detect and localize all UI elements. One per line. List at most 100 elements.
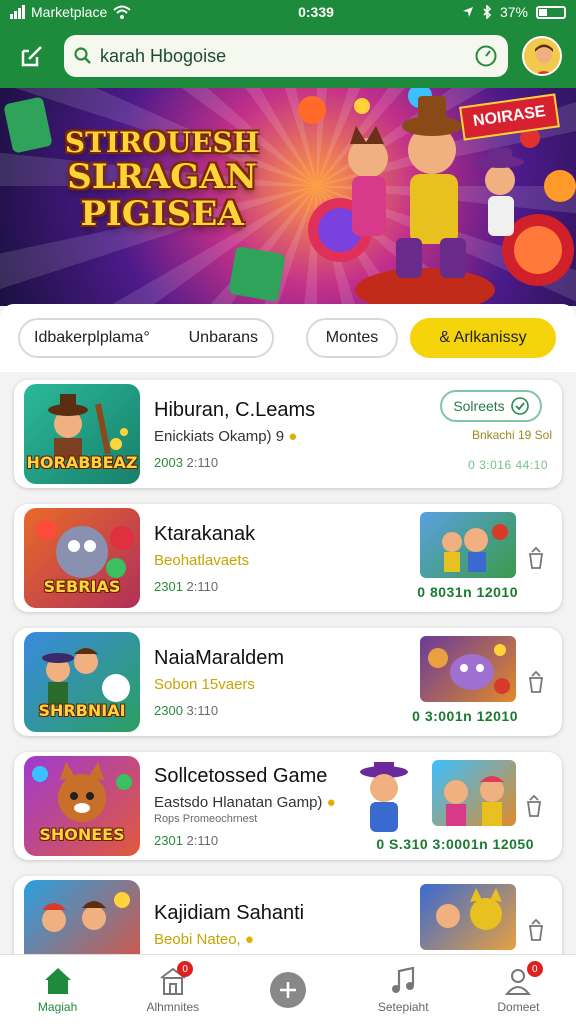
trash-icon[interactable] (526, 670, 546, 694)
list-item[interactable]: SHONEES Sollcetossed Game Eastsdo Hlanat… (14, 752, 562, 860)
trash-icon[interactable] (526, 918, 546, 942)
card-right: 0 8031n 12010 (400, 504, 552, 612)
card-meta: 2300 3:110 (154, 703, 400, 718)
coin-icon: ● (326, 793, 336, 811)
card-title: Kajidiam Sahanti (154, 902, 305, 924)
card-title: Sollcetossed Game (154, 764, 328, 787)
wifi-icon (113, 5, 131, 19)
card-info: Ktarakanak Beohatlavaets 2301 2:110 (154, 523, 400, 594)
list-item[interactable]: Kajidiam Sahanti Beobi Nateo, ● (14, 876, 562, 954)
card-meta: 2301 2:110 (154, 579, 400, 594)
banner-title-line3: PIGISEA (80, 194, 244, 235)
card-stats: 0 3:001n 12010 (412, 708, 518, 724)
status-left: Marketplace (10, 4, 210, 20)
card-stats: 0 3:016 44:10 (468, 458, 548, 472)
card-title: Hiburan, C.Leams (154, 398, 316, 421)
home-icon (44, 967, 71, 994)
battery-icon (536, 5, 566, 19)
filter-chip-montes[interactable]: Montes (306, 318, 398, 358)
compose-button[interactable] (14, 38, 50, 74)
card-meta-date: 2301 (154, 832, 183, 848)
game-thumbnail: SEBRIAS (24, 508, 140, 608)
trash-icon[interactable] (526, 546, 546, 570)
card-right: 0 S.310 3:0001n 12050 (354, 752, 550, 860)
avatar[interactable] (522, 36, 562, 76)
nav-add[interactable] (230, 955, 345, 1024)
play-button[interactable]: Solreets (440, 390, 542, 422)
card-info: Sollcetossed Game Eastsdo Hlanatan Gamp)… (154, 765, 354, 848)
card-subtitle: Enickiats Okamp) 9 ● (154, 427, 298, 445)
avatar-image (524, 38, 560, 74)
game-thumbnail: HORABBEAZ (24, 384, 140, 484)
card-right (400, 876, 552, 954)
nav-store-badge: 0 (177, 961, 194, 977)
game-thumbnail (24, 880, 140, 954)
filter-chip-active[interactable]: & Arlkanissy (410, 318, 556, 358)
card-meta-time: 2:110 (186, 578, 219, 594)
carrier-label: Marketplace (31, 4, 108, 20)
filter-bar: Idbakerplplama° Unbarans Montes & Arlkan… (0, 304, 576, 372)
coin-icon: ● (244, 931, 254, 948)
promo-banner[interactable]: STIROUESH SLRAGAN PIGISEA NOIRASE (0, 88, 576, 306)
coin-icon: ● (288, 427, 298, 445)
card-info: NaiaMaraldem Sobon 15vaers 2300 3:110 (154, 647, 400, 718)
app-header (0, 24, 576, 88)
thumbnail-label: SEBRIAS (43, 577, 121, 596)
nav-profile-label: Domeet (497, 999, 540, 1014)
nav-store[interactable]: 0 Alhmnites (115, 955, 230, 1024)
card-subtitle: Sobon 15vaers (154, 675, 255, 693)
trash-icon[interactable] (524, 794, 544, 818)
status-bar: Marketplace 0:339 37% (0, 0, 576, 24)
list-item[interactable]: SEBRIAS Ktarakanak Beohatlavaets 2301 2:… (14, 504, 562, 612)
card-side-text: Bnkachi 19 Sol (471, 428, 552, 442)
card-meta-time: 2:110 (186, 832, 219, 848)
banner-title: STIROUESH SLRAGAN PIGISEA (42, 127, 282, 235)
preview-image (420, 512, 516, 578)
bluetooth-icon (483, 5, 492, 19)
thumbnail-label: HORABBEAZ (26, 453, 138, 472)
character-art (360, 762, 408, 832)
signal-icon (10, 5, 25, 19)
nav-profile-badge: 0 (526, 961, 543, 977)
list-item[interactable]: SHRBNIAI NaiaMaraldem Sobon 15vaers 2300… (14, 628, 562, 736)
card-stats: 0 S.310 3:0001n 12050 (376, 836, 534, 852)
card-meta-time: 3:110 (186, 702, 219, 718)
nav-profile[interactable]: 0 Domeet (461, 955, 576, 1024)
preview-image (420, 884, 516, 950)
filter-chip-primary[interactable]: Idbakerplplama° Unbarans (18, 318, 274, 358)
list-item[interactable]: HORABBEAZ Hiburan, C.Leams Enickiats Oka… (14, 380, 562, 488)
location-icon (462, 7, 473, 17)
nav-home-label: Magiah (37, 999, 78, 1014)
nav-home[interactable]: Magiah (0, 955, 115, 1024)
card-meta: 2301 2:110 (154, 833, 354, 848)
filter-chip-primary-extra: Unbarans (188, 329, 258, 346)
card-subtitle: Eastsdo Hlanatan Gamp) ● (154, 793, 336, 811)
card-meta-date: 2300 (154, 702, 183, 718)
thumbnail-label: SHONEES (39, 825, 125, 844)
add-icon (270, 971, 306, 1008)
card-meta-date: 2003 (154, 454, 183, 470)
search-icon (74, 47, 91, 64)
edit-icon (21, 46, 42, 67)
card-meta-secondary: Rops Promeochrnest (154, 812, 258, 825)
clock-icon[interactable] (474, 44, 498, 68)
search-input[interactable] (100, 45, 466, 67)
card-info: Hiburan, C.Leams Enickiats Okamp) 9 ● 20… (154, 399, 400, 470)
card-subtitle: Beohatlavaets (154, 551, 250, 569)
search-bar[interactable] (64, 35, 508, 77)
nav-music[interactable]: Setepiaht (346, 955, 461, 1024)
game-list: HORABBEAZ Hiburan, C.Leams Enickiats Oka… (0, 372, 576, 954)
card-subtitle: Beobi Nateo, ● (154, 931, 254, 948)
card-title: NaiaMaraldem (154, 646, 285, 669)
thumbnail-label: SHRBNIAI (38, 701, 126, 720)
music-icon (392, 966, 415, 993)
status-time: 0:339 (298, 4, 334, 20)
bottom-nav: Magiah 0 Alhmnites Setepiaht 0 Domeet (0, 954, 576, 1024)
card-right: Solreets Bnkachi 19 Sol 0 3:016 44:10 (400, 380, 552, 488)
nav-store-label: Alhmnites (146, 999, 200, 1014)
card-info: Kajidiam Sahanti Beobi Nateo, ● (154, 902, 400, 954)
preview-image (420, 636, 516, 702)
status-right: 37% (462, 4, 566, 20)
card-meta-date: 2301 (154, 578, 183, 594)
card-meta-time: 2:110 (186, 454, 219, 470)
